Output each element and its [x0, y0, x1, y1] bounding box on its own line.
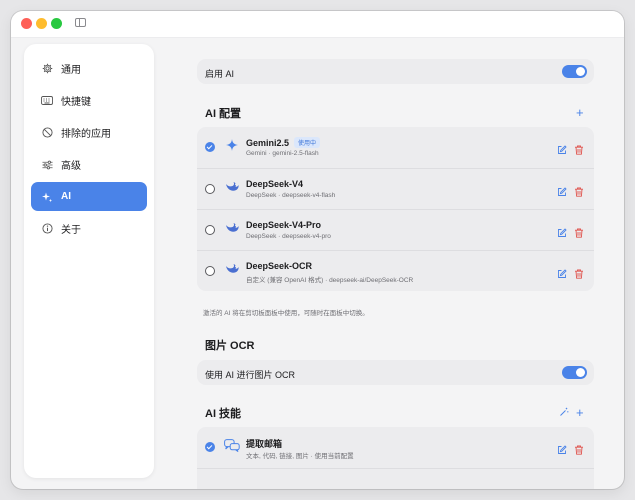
- model-subtitle: Gemini · gemini-2.5-flash: [246, 150, 319, 157]
- model-name: DeepSeek-V4: [246, 179, 304, 189]
- skill-checkbox[interactable]: [205, 442, 215, 452]
- close-window-button[interactable]: [21, 18, 32, 29]
- trash-icon[interactable]: [574, 184, 584, 197]
- trash-icon[interactable]: [574, 266, 584, 279]
- add-ai-config-button[interactable]: +: [576, 106, 584, 119]
- enable-ai-toggle[interactable]: [562, 65, 587, 78]
- edit-icon[interactable]: [557, 442, 567, 454]
- model-radio[interactable]: [205, 184, 215, 194]
- sidebar-item-ai[interactable]: AI: [31, 182, 147, 211]
- sidebar-item-shortcuts[interactable]: 快捷键: [31, 86, 147, 115]
- sidebar-item-general[interactable]: 通用: [31, 54, 147, 83]
- skill-subtitle: 文本, 代码, 链接, 图片 · 使用当前配置: [246, 453, 354, 460]
- trash-icon[interactable]: [574, 442, 584, 455]
- sidebar-item-label: 排除的应用: [61, 129, 111, 140]
- sidebar: 通用 快捷键 排除的应用 高级 AI 关于: [24, 44, 154, 478]
- list-item[interactable]: DeepSeek-V4 DeepSeek · deepseek-v4-flash: [197, 168, 594, 210]
- chat-bubbles-icon: [224, 439, 240, 453]
- sidebar-item-label: 高级: [61, 161, 81, 172]
- in-use-badge: 使用中: [294, 137, 321, 148]
- enable-ai-label: 启用 AI: [205, 69, 235, 79]
- enable-ai-row: 启用 AI: [197, 59, 594, 84]
- list-item[interactable]: DeepSeek-OCR 自定义 (兼容 OpenAI 格式) · deepse…: [197, 250, 594, 292]
- list-item[interactable]: Gemini2.5 使用中 Gemini · gemini-2.5-flash: [197, 127, 594, 168]
- sidebar-item-about[interactable]: 关于: [31, 214, 147, 243]
- image-ocr-row: 使用 AI 进行图片 OCR: [197, 360, 594, 385]
- ai-config-note: 激活的 AI 将在剪切板面板中使用，可随时在面板中切换。: [203, 310, 369, 317]
- model-radio[interactable]: [205, 225, 215, 235]
- sidebar-item-label: 通用: [61, 65, 81, 76]
- trash-icon[interactable]: [574, 225, 584, 238]
- skill-name: 提取邮箱: [246, 439, 283, 449]
- edit-icon[interactable]: [557, 225, 567, 237]
- deepseek-whale-icon: [225, 221, 239, 235]
- model-radio[interactable]: [205, 266, 215, 276]
- minimize-window-button[interactable]: [36, 18, 47, 29]
- ai-config-list: Gemini2.5 使用中 Gemini · gemini-2.5-flash D…: [197, 127, 594, 291]
- zoom-window-button[interactable]: [51, 18, 62, 29]
- sliders-icon: [40, 160, 54, 170]
- sidebar-item-advanced[interactable]: 高级: [31, 150, 147, 179]
- list-item[interactable]: 提取邮箱 文本, 代码, 链接, 图片 · 使用当前配置: [197, 427, 594, 468]
- sidebar-item-label: AI: [61, 191, 71, 202]
- settings-window: 通用 快捷键 排除的应用 高级 AI 关于 启用 AI AI 配置 + Gemi…: [11, 11, 624, 489]
- model-subtitle: DeepSeek · deepseek-v4-pro: [246, 233, 331, 240]
- sidebar-toggle-icon[interactable]: [75, 18, 86, 27]
- edit-icon[interactable]: [557, 184, 567, 196]
- model-name: DeepSeek-OCR: [246, 261, 313, 271]
- gear-icon: [40, 63, 54, 74]
- edit-icon[interactable]: [557, 266, 567, 278]
- sparkles-icon: [40, 191, 54, 203]
- magic-wand-icon[interactable]: [559, 407, 569, 421]
- gemini-sparkle-icon: [225, 138, 239, 152]
- model-name: Gemini2.5: [246, 138, 290, 148]
- info-icon: [40, 223, 54, 234]
- sidebar-item-excluded-apps[interactable]: 排除的应用: [31, 118, 147, 147]
- model-subtitle: DeepSeek · deepseek-v4-flash: [246, 192, 336, 199]
- deepseek-whale-icon: [225, 180, 239, 194]
- deepseek-whale-icon: [225, 262, 239, 276]
- trash-icon[interactable]: [574, 142, 584, 155]
- edit-icon[interactable]: [557, 142, 567, 154]
- sidebar-item-label: 快捷键: [61, 97, 91, 108]
- ai-skills-title: AI 技能: [205, 408, 242, 420]
- model-radio[interactable]: [205, 142, 215, 152]
- sidebar-item-label: 关于: [61, 225, 81, 236]
- list-item[interactable]: [197, 468, 594, 489]
- list-item[interactable]: DeepSeek-V4-Pro DeepSeek · deepseek-v4-p…: [197, 209, 594, 251]
- image-ocr-toggle[interactable]: [562, 366, 587, 379]
- title-bar: [11, 11, 624, 38]
- model-subtitle: 自定义 (兼容 OpenAI 格式) · deepseek-ai/DeepSee…: [246, 277, 414, 284]
- model-name: DeepSeek-V4-Pro: [246, 220, 322, 230]
- keyboard-icon: [40, 96, 54, 105]
- image-ocr-label: 使用 AI 进行图片 OCR: [205, 370, 296, 380]
- ai-config-title: AI 配置: [205, 108, 242, 120]
- image-ocr-title: 图片 OCR: [205, 340, 255, 352]
- add-ai-skill-button[interactable]: +: [576, 406, 584, 419]
- ai-skills-list: 提取邮箱 文本, 代码, 链接, 图片 · 使用当前配置: [197, 427, 594, 489]
- prohibited-icon: [40, 127, 54, 138]
- main-content: 启用 AI AI 配置 + Gemini2.5 使用中 Gemini · gemi…: [197, 37, 594, 489]
